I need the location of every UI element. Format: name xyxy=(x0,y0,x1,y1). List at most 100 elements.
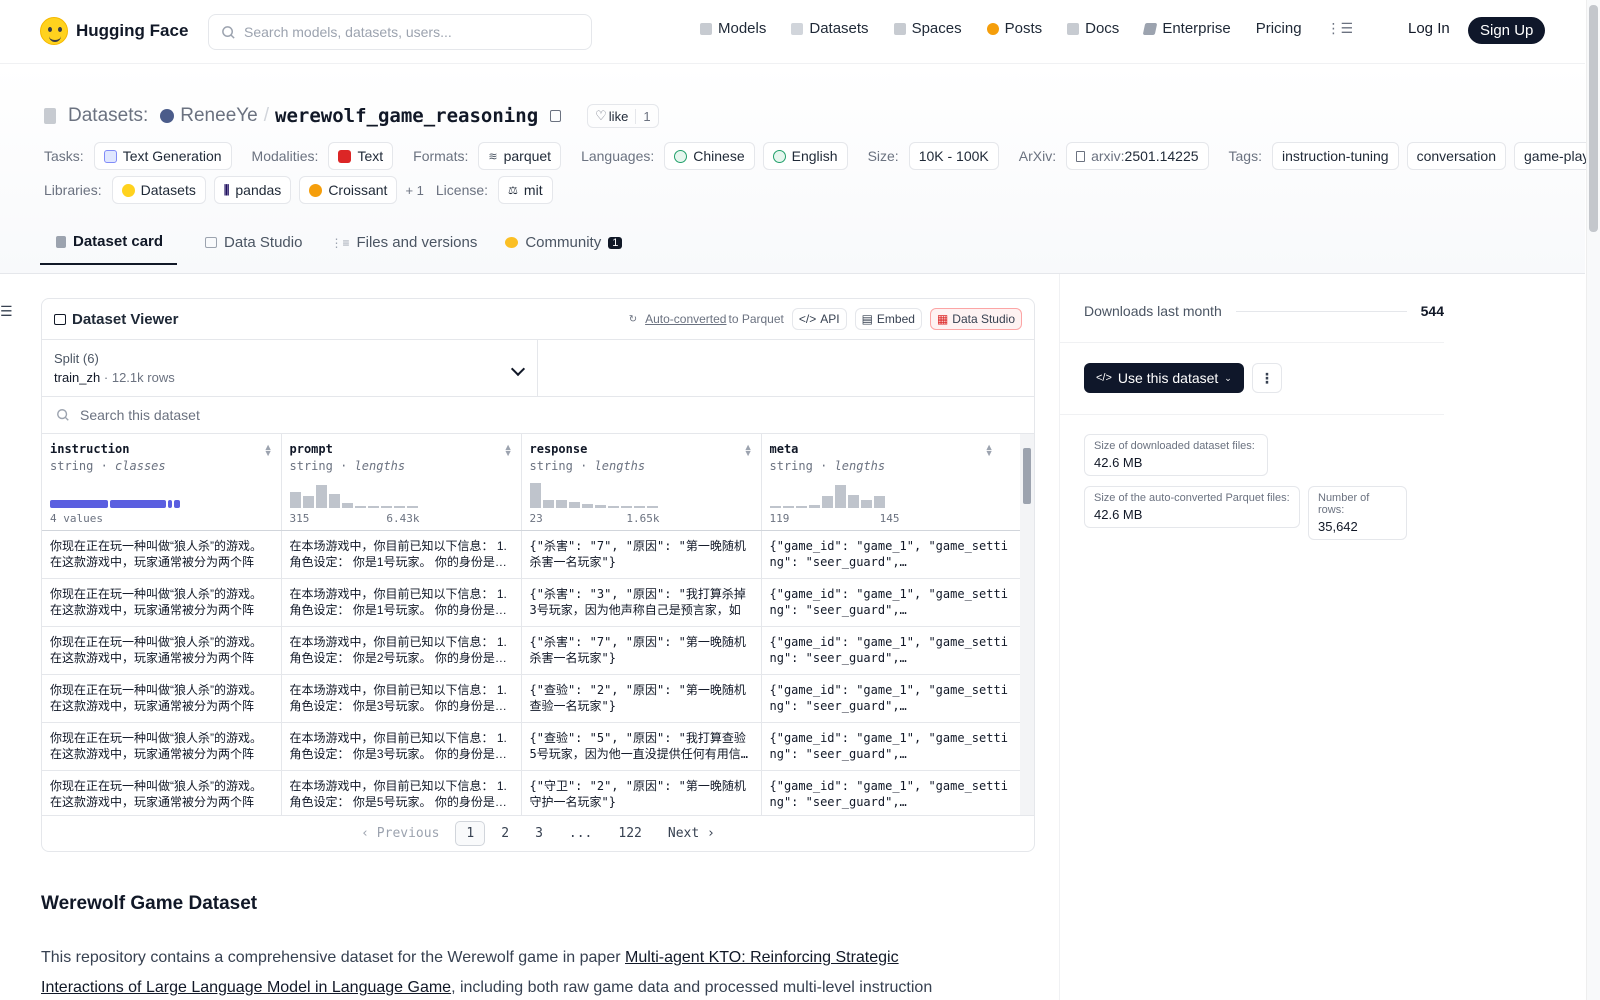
table-cell[interactable]: {"杀害": "7", "原因": "第一晚随机杀害一名玩家"} xyxy=(521,626,762,675)
sort-icon[interactable]: ▲ ▼ xyxy=(264,443,273,458)
table-row[interactable]: 你现在正在玩一种叫做“狼人杀”的游戏。在这款游戏中，玩家通常被分为两个阵营…在本… xyxy=(42,530,1021,579)
repo-name[interactable]: werewolf_game_reasoning xyxy=(275,105,538,127)
table-cell[interactable]: 你现在正在玩一种叫做“狼人杀”的游戏。在这款游戏中，玩家通常被分为两个阵营… xyxy=(42,626,282,675)
table-icon xyxy=(205,237,218,248)
format-chip[interactable]: ≋ parquet xyxy=(478,142,562,170)
column-header-response[interactable]: response string · lengths ▲ ▼ 23 1.65k xyxy=(521,434,762,531)
nav-enterprise[interactable]: Enterprise xyxy=(1143,20,1231,37)
table-cell[interactable]: {"守卫": "2", "原因": "第一晚随机守护一名玩家"} xyxy=(521,770,762,815)
dataset-search-input[interactable] xyxy=(80,407,480,423)
table-cell[interactable]: {"game_id": "game_1", "game_setting": "s… xyxy=(761,722,1021,771)
page-button[interactable]: 1 xyxy=(455,821,486,846)
owner-link[interactable]: ReneeYe xyxy=(180,105,257,127)
split-dropdown[interactable]: Split (6) train_zh · 12.1k rows xyxy=(42,340,538,396)
tag-chip[interactable]: instruction-tuning xyxy=(1271,142,1399,170)
api-button[interactable]: </> API xyxy=(791,308,847,330)
table-cell[interactable]: 你现在正在玩一种叫做“狼人杀”的游戏。在这款游戏中，玩家通常被分为两个阵营… xyxy=(42,578,282,627)
nav-posts[interactable]: Posts xyxy=(986,20,1042,37)
table-cell[interactable]: 在本场游戏中，你目前已知以下信息： 1. 角色设定： 你是5号玩家。 你的身份是… xyxy=(281,770,522,815)
page-button[interactable]: 2 xyxy=(491,822,519,845)
table-cell[interactable]: 你现在正在玩一种叫做“狼人杀”的游戏。在这款游戏中，玩家通常被分为两个阵营… xyxy=(42,530,282,579)
table-cell[interactable]: {"game_id": "game_1", "game_setting": "s… xyxy=(761,770,1021,815)
page-scrollbar-thumb[interactable] xyxy=(1589,5,1598,232)
community-count-badge: 1 xyxy=(608,236,623,249)
table-row[interactable]: 你现在正在玩一种叫做“狼人杀”的游戏。在这款游戏中，玩家通常被分为两个阵营…在本… xyxy=(42,770,1021,815)
table-cell[interactable]: {"game_id": "game_1", "game_setting": "s… xyxy=(761,530,1021,579)
sort-icon[interactable]: ▲ ▼ xyxy=(504,443,513,458)
tab-files[interactable]: ⋮≡ Files and versions xyxy=(330,233,477,265)
nav-models[interactable]: Models xyxy=(700,20,766,37)
column-header-meta[interactable]: meta string · lengths ▲ ▼ 119 145 xyxy=(761,434,1021,531)
scrollbar-thumb[interactable] xyxy=(1023,448,1031,504)
library-chip-croissant[interactable]: Croissant xyxy=(299,176,398,204)
login-button[interactable]: Log In xyxy=(1408,20,1450,37)
path-separator: / xyxy=(263,105,270,126)
table-cell[interactable]: 你现在正在玩一种叫做“狼人杀”的游戏。在这款游戏中，玩家通常被分为两个阵营… xyxy=(42,674,282,723)
section-label[interactable]: Datasets: xyxy=(68,105,148,127)
sort-icon[interactable]: ▲ ▼ xyxy=(985,443,994,458)
table-cell[interactable]: 你现在正在玩一种叫做“狼人杀”的游戏。在这款游戏中，玩家通常被分为两个阵营… xyxy=(42,770,282,815)
table-row[interactable]: 你现在正在玩一种叫做“狼人杀”的游戏。在这款游戏中，玩家通常被分为两个阵营…在本… xyxy=(42,626,1021,675)
column-header-prompt[interactable]: prompt string · lengths ▲ ▼ 315 6.43k xyxy=(281,434,522,531)
language-chip-english[interactable]: English xyxy=(762,142,848,170)
signup-button[interactable]: Sign Up xyxy=(1468,17,1546,44)
table-row[interactable]: 你现在正在玩一种叫做“狼人杀”的游戏。在这款游戏中，玩家通常被分为两个阵营…在本… xyxy=(42,722,1021,771)
next-page-button[interactable]: Next › xyxy=(658,822,725,845)
size-chip[interactable]: 10K - 100K xyxy=(908,142,999,170)
table-cell[interactable]: 在本场游戏中，你目前已知以下信息： 1. 角色设定： 你是3号玩家。 你的身份是… xyxy=(281,722,522,771)
auto-converted-link[interactable]: Auto-converted xyxy=(645,312,726,326)
tab-community[interactable]: Community 1 xyxy=(505,233,623,265)
previous-page-button[interactable]: ‹ Previous xyxy=(351,822,449,845)
column-header-instruction[interactable]: instruction string · classes ▲ ▼ 4 values xyxy=(42,434,282,531)
use-dataset-button[interactable]: </> Use this dataset ⌄ xyxy=(1084,363,1244,393)
nav-datasets[interactable]: Datasets xyxy=(791,20,869,37)
table-cell[interactable]: 在本场游戏中，你目前已知以下信息： 1. 角色设定： 你是1号玩家。 你的身份是… xyxy=(281,578,522,627)
license-chip[interactable]: ⚖ mit xyxy=(498,176,553,204)
table-cell[interactable]: {"查验": "2", "原因": "第一晚随机查验一名玩家"} xyxy=(521,674,762,723)
library-chip-pandas[interactable]: ⫼ pandas xyxy=(213,176,292,204)
table-row[interactable]: 你现在正在玩一种叫做“狼人杀”的游戏。在这款游戏中，玩家通常被分为两个阵营…在本… xyxy=(42,674,1021,723)
nav-pricing[interactable]: Pricing xyxy=(1256,20,1302,37)
tab-dataset-card[interactable]: Dataset card xyxy=(40,233,178,265)
table-of-contents-icon[interactable]: ☰ xyxy=(0,303,13,320)
language-chip-chinese[interactable]: Chinese xyxy=(664,142,755,170)
files-icon: ⋮≡ xyxy=(330,235,350,250)
table-row[interactable]: 你现在正在玩一种叫做“狼人杀”的游戏。在这款游戏中，玩家通常被分为两个阵营…在本… xyxy=(42,578,1021,627)
brand-logo[interactable]: Hugging Face xyxy=(40,17,188,45)
tag-chip[interactable]: conversation xyxy=(1406,142,1506,170)
libraries-more[interactable]: + 1 xyxy=(405,183,423,198)
arxiv-chip[interactable]: arxiv: 2501.14225 xyxy=(1066,142,1209,170)
nav-spaces[interactable]: Spaces xyxy=(893,20,962,37)
table-cell[interactable]: {"game_id": "game_1", "game_setting": "s… xyxy=(761,626,1021,675)
page-scrollbar[interactable] xyxy=(1586,0,1600,1000)
global-search-input[interactable] xyxy=(244,24,574,40)
global-search[interactable] xyxy=(208,14,592,50)
table-cell[interactable]: {"查验": "5", "原因": "我打算查验5号玩家，因为他一直没提供任何有… xyxy=(521,722,762,771)
table-cell[interactable]: 你现在正在玩一种叫做“狼人杀”的游戏。在这款游戏中，玩家通常被分为两个阵营… xyxy=(42,722,282,771)
nav-more-menu[interactable]: ⋮☰ xyxy=(1327,20,1354,37)
page-button[interactable]: 122 xyxy=(608,822,651,845)
grid-scrollbar[interactable] xyxy=(1020,434,1034,815)
table-cell[interactable]: 在本场游戏中，你目前已知以下信息： 1. 角色设定： 你是3号玩家。 你的身份是… xyxy=(281,674,522,723)
dataset-search[interactable] xyxy=(42,397,1034,434)
table-cell[interactable]: {"杀害": "7", "原因": "第一晚随机杀害一名玩家"} xyxy=(521,530,762,579)
embed-button[interactable]: ▤ Embed xyxy=(854,308,922,330)
use-dataset-row: </> Use this dataset ⌄ ⋮ xyxy=(1084,363,1282,393)
sort-icon[interactable]: ▲ ▼ xyxy=(744,443,753,458)
table-cell[interactable]: {"杀害": "3", "原因": "我打算杀掉3号玩家，因为他声称自己是预言家… xyxy=(521,578,762,627)
table-cell[interactable]: 在本场游戏中，你目前已知以下信息： 1. 角色设定： 你是1号玩家。 你的身份是… xyxy=(281,530,522,579)
table-cell[interactable]: 在本场游戏中，你目前已知以下信息： 1. 角色设定： 你是2号玩家。 你的身份是… xyxy=(281,626,522,675)
library-chip-datasets[interactable]: Datasets xyxy=(111,176,206,204)
nav-docs[interactable]: Docs xyxy=(1067,20,1119,37)
like-label: like xyxy=(608,108,629,124)
task-chip[interactable]: Text Generation xyxy=(93,142,232,170)
tab-data-studio[interactable]: Data Studio xyxy=(205,233,302,265)
more-options-button[interactable]: ⋮ xyxy=(1251,363,1282,393)
data-studio-button[interactable]: ▦ Data Studio xyxy=(929,308,1022,330)
like-button[interactable]: ♡ like 1 xyxy=(587,104,659,128)
table-cell[interactable]: {"game_id": "game_1", "game_setting": "s… xyxy=(761,578,1021,627)
page-button[interactable]: 3 xyxy=(525,822,553,845)
table-cell[interactable]: {"game_id": "game_1", "game_setting": "s… xyxy=(761,674,1021,723)
modality-chip[interactable]: Text xyxy=(328,142,394,170)
copy-icon[interactable] xyxy=(550,110,562,122)
